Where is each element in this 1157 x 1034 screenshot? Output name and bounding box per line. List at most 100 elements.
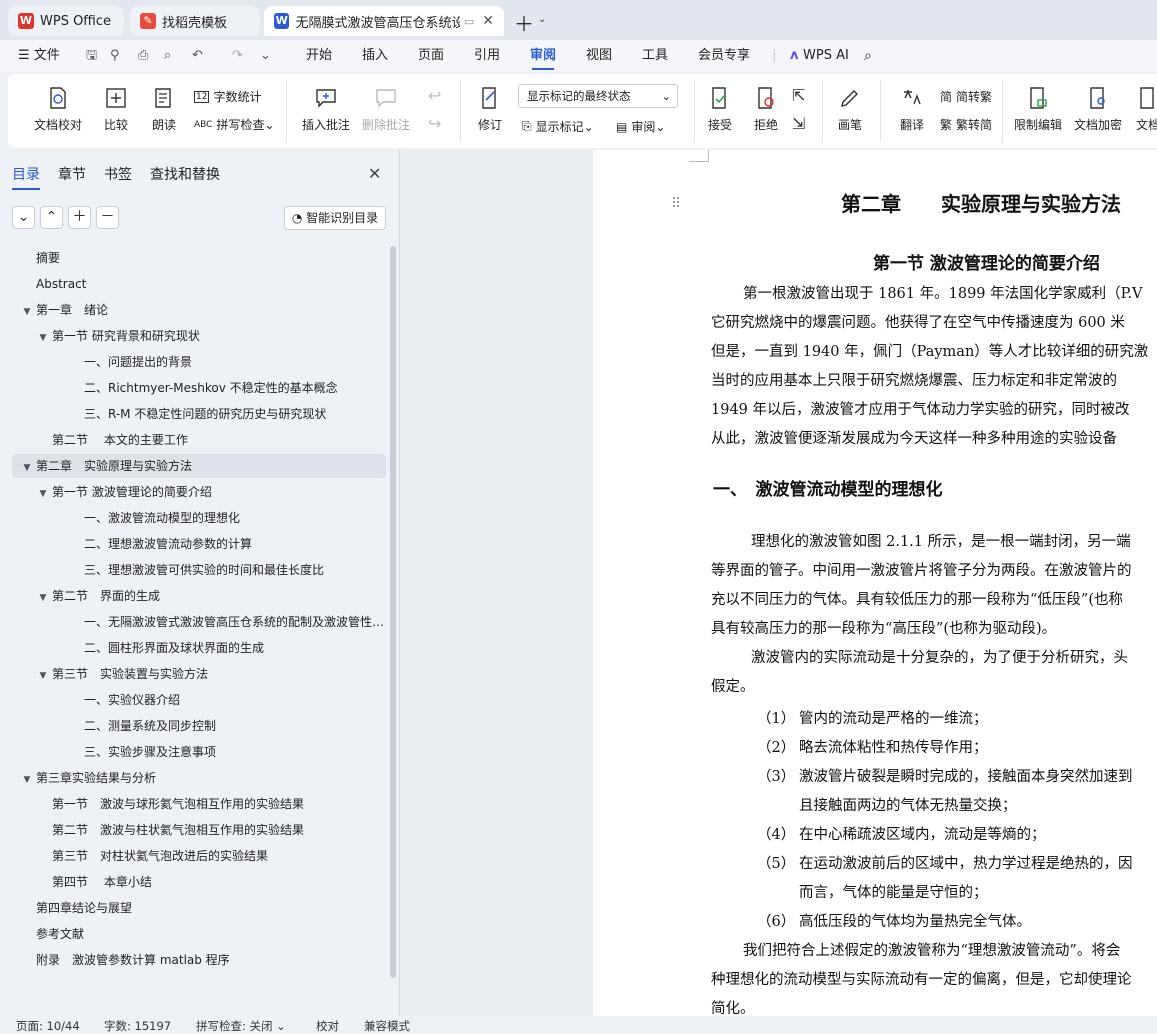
new-tab-button[interactable]: ＋ [514,8,534,37]
menu-view[interactable]: 视图 [586,40,612,72]
delete-comment-button[interactable]: 删除批注 [358,74,414,133]
doc-check-button[interactable]: 文档校对 [30,74,86,133]
close-pane-icon[interactable]: ✕ [368,164,381,183]
translate-button[interactable]: 翻译 [890,74,934,133]
tab-wps-office[interactable]: W WPS Office [8,6,124,36]
document-more-button[interactable]: 文档 [1128,74,1157,133]
toc-item[interactable]: ▼ 第二章 实验原理与实验方法 [12,454,386,478]
toc-item[interactable]: 第二节 本文的主要工作 [12,428,386,452]
toc-item[interactable]: 二、Richtmyer-Meshkov 不稳定性的基本概念 [12,376,386,400]
toc-item[interactable]: 摘要 [12,246,386,270]
toc-item[interactable]: 一、激波管流动模型的理想化 [12,506,386,530]
nav-tab-chapters[interactable]: 章节 [58,164,86,184]
next-comment-icon[interactable]: ↪ [428,114,441,133]
expand-triangle-icon[interactable]: ▼ [22,768,32,790]
proofread-status[interactable]: 校对 [316,1018,339,1034]
toc-item[interactable]: 三、理想激波管可供实验的时间和最佳长度比 [12,558,386,582]
toc-item[interactable]: 二、理想激波管流动参数的计算 [12,532,386,556]
expand-triangle-icon[interactable]: ▼ [38,482,48,504]
nav-tab-find-replace[interactable]: 查找和替换 [150,164,220,184]
file-menu[interactable]: ☰ 文件 [18,40,60,72]
word-count-status[interactable]: 字数: 15197 [104,1018,171,1034]
menu-member[interactable]: 会员专享 [698,40,750,72]
menu-reference[interactable]: 引用 [474,40,500,72]
insert-comment-button[interactable]: 插入批注 [298,74,354,133]
print-icon[interactable]: ⎙ [138,40,148,72]
tab-list-dropdown-icon[interactable]: ⌄ [538,14,546,25]
tab-templates[interactable]: ✎ 找稻壳模板 [130,6,260,36]
expand-triangle-icon[interactable]: ▼ [38,326,48,348]
toc-item[interactable]: Abstract [12,272,386,296]
toc-item[interactable]: 第三节 对柱状氦气泡改进后的实验结果 [12,844,386,868]
toc-item[interactable]: 附录 激波管参数计算 matlab 程序 [12,948,386,972]
read-aloud-button[interactable]: 朗读 [146,74,182,133]
menu-review[interactable]: 审阅 [530,40,556,72]
document-page[interactable]: ⠿ 第二章 实验原理与实验方法 第一节 激波管理论的简要介绍 第一根激波管出现于… [593,150,1157,1016]
show-markup-button[interactable]: ⎘ 显示标记 ⌄ [522,118,594,135]
undo-icon[interactable]: ↶ [192,40,203,72]
compare-button[interactable]: 比较 [94,74,138,133]
close-tab-icon[interactable]: ✕ [482,13,494,29]
add-heading-button[interactable]: ＋ [68,206,91,229]
menu-tools[interactable]: 工具 [642,40,668,72]
expand-triangle-icon[interactable]: ▼ [22,300,32,322]
revise-button[interactable]: 修订 [468,74,512,133]
menu-start[interactable]: 开始 [306,40,332,72]
encrypt-document-button[interactable]: 文档加密 [1068,74,1128,133]
document-canvas[interactable]: ⠿ 第二章 实验原理与实验方法 第一节 激波管理论的简要介绍 第一根激波管出现于… [401,150,1157,1016]
previous-revision-icon[interactable]: ⇱ [792,86,805,105]
reject-button[interactable]: 拒绝 [744,74,788,133]
toc-item[interactable]: 三、R-M 不稳定性问题的研究历史与研究现状 [12,402,386,426]
previous-comment-icon[interactable]: ↩ [428,86,441,105]
simplified-to-traditional-button[interactable]: 简简转繁 [940,88,992,105]
toc-item[interactable]: ▼ 第一章 绪论 [12,298,386,322]
expand-triangle-icon[interactable]: ▼ [22,456,32,478]
review-pane-button[interactable]: ▤ 审阅 ⌄ [616,118,665,135]
toc-item[interactable]: ▼ 第三章实验结果与分析 [12,766,386,790]
toc-item[interactable]: ▼ 第二节 界面的生成 [12,584,386,608]
paragraph-drag-handle-icon[interactable]: ⠿ [671,196,681,212]
tab-document[interactable]: W 无隔膜式激波管高压仓系统设 ▭ ✕ [264,6,504,36]
spell-check-status[interactable]: 拼写检查: 关闭 ⌄ [196,1018,286,1034]
more-chevron-icon[interactable]: ⌄ [260,40,271,72]
page-indicator[interactable]: 页面: 10/44 [16,1018,80,1034]
nav-tab-toc[interactable]: 目录 [12,164,40,190]
remove-heading-button[interactable]: － [96,206,119,229]
redo-icon[interactable]: ↷ [232,40,243,72]
toc-item[interactable]: 一、实验仪器介绍 [12,688,386,712]
menu-insert[interactable]: 插入 [362,40,388,72]
share-icon[interactable]: ⚲ [110,40,120,72]
toc-scrollbar[interactable] [390,246,396,978]
print-preview-icon[interactable]: ⌕ [164,40,171,72]
expand-up-button[interactable]: ⌃ [40,206,63,229]
pen-button[interactable]: 画笔 [830,74,870,133]
traditional-to-simplified-button[interactable]: 繁繁转简 [940,116,992,133]
next-revision-icon[interactable]: ⇲ [792,114,805,133]
toc-item[interactable]: 一、无隔激波管式激波管高压仓系统的配制及激波管性能测试 [12,610,386,634]
accept-button[interactable]: 接受 [698,74,742,133]
nav-tab-bookmarks[interactable]: 书签 [104,164,132,184]
toc-item[interactable]: ▼ 第一节 研究背景和研究现状 [12,324,386,348]
menu-page[interactable]: 页面 [418,40,444,72]
toc-item[interactable]: 参考文献 [12,922,386,946]
monitor-icon[interactable]: ▭ [464,15,474,28]
expand-triangle-icon[interactable]: ▼ [38,664,48,686]
search-icon[interactable]: ⌕ [864,40,872,72]
spell-check-button[interactable]: ABC 拼写检查 ⌄ [194,116,275,133]
smart-toc-button[interactable]: ◔ 智能识别目录 [284,206,386,230]
toc-item[interactable]: 一、问题提出的背景 [12,350,386,374]
collapse-all-button[interactable]: ⌄ [12,206,35,229]
toc-item[interactable]: 三、实验步骤及注意事项 [12,740,386,764]
toc-item[interactable]: 第二节 激波与柱状氦气泡相互作用的实验结果 [12,818,386,842]
restrict-editing-button[interactable]: 限制编辑 [1008,74,1068,133]
toc-item[interactable]: 二、测量系统及同步控制 [12,714,386,738]
wps-ai-button[interactable]: ʌ WPS AI [790,40,849,72]
toc-item[interactable]: 第一节 激波与球形氦气泡相互作用的实验结果 [12,792,386,816]
toc-item[interactable]: 第四章结论与展望 [12,896,386,920]
expand-triangle-icon[interactable]: ▼ [38,586,48,608]
toc-item[interactable]: 第四节 本章小结 [12,870,386,894]
display-state-select[interactable]: 显示标记的最终状态 ⌄ [518,84,678,108]
word-count-button[interactable]: 12 字数统计 [194,88,261,105]
save-icon[interactable]: 🖫 [86,40,97,72]
toc-item[interactable]: ▼ 第三节 实验装置与实验方法 [12,662,386,686]
